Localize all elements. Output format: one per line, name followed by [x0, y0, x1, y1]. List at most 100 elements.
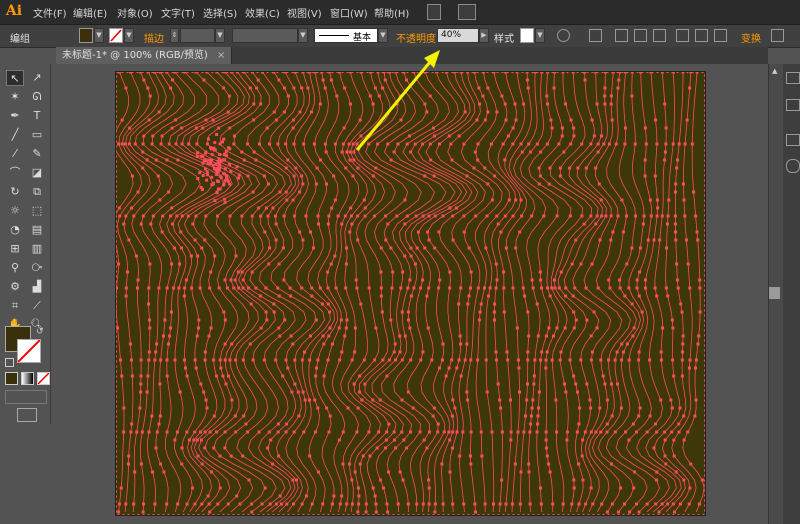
anchor-point[interactable]	[205, 142, 209, 146]
anchor-point[interactable]	[124, 86, 128, 90]
anchor-point[interactable]	[663, 454, 667, 458]
anchor-point[interactable]	[490, 198, 494, 202]
anchor-point[interactable]	[296, 390, 300, 394]
anchor-point[interactable]	[349, 214, 353, 218]
anchor-point[interactable]	[557, 286, 561, 290]
anchor-point[interactable]	[215, 191, 219, 195]
anchor-point[interactable]	[204, 151, 208, 155]
align-to-icon[interactable]	[589, 29, 602, 42]
anchor-point[interactable]	[675, 262, 679, 266]
anchor-point[interactable]	[325, 182, 328, 186]
anchor-point[interactable]	[259, 214, 263, 218]
anchor-point[interactable]	[463, 110, 467, 114]
anchor-point[interactable]	[693, 414, 697, 418]
anchor-point[interactable]	[459, 342, 463, 346]
anchor-point[interactable]	[326, 222, 330, 226]
anchor-point[interactable]	[648, 358, 652, 362]
anchor-point[interactable]	[315, 366, 318, 370]
anchor-point[interactable]	[212, 414, 216, 418]
anchor-point[interactable]	[634, 214, 638, 218]
anchor-point[interactable]	[265, 318, 269, 322]
anchor-point[interactable]	[654, 118, 657, 122]
anchor-point[interactable]	[240, 214, 244, 218]
anchor-point[interactable]	[274, 502, 278, 506]
anchor-point[interactable]	[553, 286, 557, 290]
anchor-point[interactable]	[584, 166, 588, 170]
anchor-point[interactable]	[652, 238, 656, 242]
anchor-point[interactable]	[209, 326, 213, 330]
anchor-point[interactable]	[592, 134, 596, 138]
anchor-point[interactable]	[358, 390, 362, 394]
anchor-point[interactable]	[292, 502, 295, 506]
anchor-point[interactable]	[545, 94, 549, 98]
anchor-point[interactable]	[615, 350, 619, 354]
anchor-point[interactable]	[171, 78, 174, 82]
anchor-point[interactable]	[250, 214, 254, 218]
anchor-point[interactable]	[666, 214, 670, 218]
anchor-point[interactable]	[277, 262, 281, 266]
anchor-point[interactable]	[384, 446, 387, 450]
anchor-point[interactable]	[391, 270, 395, 274]
anchor-point[interactable]	[201, 126, 205, 130]
anchor-point[interactable]	[469, 462, 473, 466]
anchor-point[interactable]	[469, 270, 473, 274]
anchor-point[interactable]	[268, 142, 271, 146]
anchor-point[interactable]	[389, 318, 393, 322]
anchor-point[interactable]	[276, 422, 280, 426]
anchor-point[interactable]	[285, 198, 289, 202]
anchor-point[interactable]	[355, 142, 359, 146]
drawing-modes-icon[interactable]	[5, 390, 47, 404]
anchor-point[interactable]	[610, 502, 614, 506]
anchor-point[interactable]	[219, 176, 223, 180]
anchor-point[interactable]	[663, 158, 667, 162]
anchor-point[interactable]	[215, 133, 219, 136]
warp-tool-icon[interactable]: ☼	[6, 203, 24, 219]
anchor-point[interactable]	[514, 198, 518, 202]
anchor-point[interactable]	[200, 246, 204, 250]
anchor-point[interactable]	[438, 278, 442, 282]
anchor-point[interactable]	[423, 174, 427, 178]
anchor-point[interactable]	[173, 358, 177, 362]
anchor-point[interactable]	[248, 342, 252, 346]
anchor-point[interactable]	[356, 166, 360, 170]
anchor-point[interactable]	[286, 366, 290, 370]
anchor-point[interactable]	[674, 470, 678, 474]
anchor-point[interactable]	[251, 358, 255, 362]
anchor-point[interactable]	[179, 230, 183, 234]
anchor-point[interactable]	[167, 142, 171, 146]
anchor-point[interactable]	[544, 358, 548, 362]
anchor-point[interactable]	[623, 502, 626, 506]
anchor-point[interactable]	[440, 358, 444, 362]
anchor-point[interactable]	[322, 374, 326, 378]
anchor-point[interactable]	[489, 142, 493, 146]
anchor-point[interactable]	[356, 406, 360, 410]
anchor-point[interactable]	[427, 286, 431, 290]
anchor-point[interactable]	[670, 430, 674, 434]
anchor-point[interactable]	[312, 142, 316, 146]
anchor-point[interactable]	[538, 486, 542, 490]
anchor-point[interactable]	[284, 142, 288, 146]
anchor-point[interactable]	[291, 118, 295, 122]
anchor-point[interactable]	[165, 502, 169, 506]
anchor-point[interactable]	[492, 502, 495, 506]
anchor-point[interactable]	[346, 406, 350, 410]
anchor-point[interactable]	[122, 430, 126, 434]
perspective-grid-tool-icon[interactable]: ▤	[28, 222, 46, 238]
anchor-point[interactable]	[348, 158, 352, 162]
anchor-point[interactable]	[348, 230, 352, 234]
anchor-point[interactable]	[316, 358, 320, 362]
anchor-point[interactable]	[124, 294, 128, 298]
anchor-point[interactable]	[175, 214, 179, 218]
anchor-point[interactable]	[347, 142, 351, 146]
anchor-point[interactable]	[147, 350, 151, 354]
anchor-point[interactable]	[153, 72, 157, 74]
anchor-point[interactable]	[196, 177, 200, 180]
anchor-point[interactable]	[518, 502, 522, 506]
anchor-point[interactable]	[430, 358, 434, 362]
anchor-point[interactable]	[536, 414, 540, 418]
anchor-point[interactable]	[659, 358, 663, 362]
anchor-point[interactable]	[246, 430, 249, 434]
anchor-point[interactable]	[554, 398, 558, 402]
wavy-path[interactable]	[417, 72, 473, 512]
anchor-point[interactable]	[394, 446, 398, 450]
